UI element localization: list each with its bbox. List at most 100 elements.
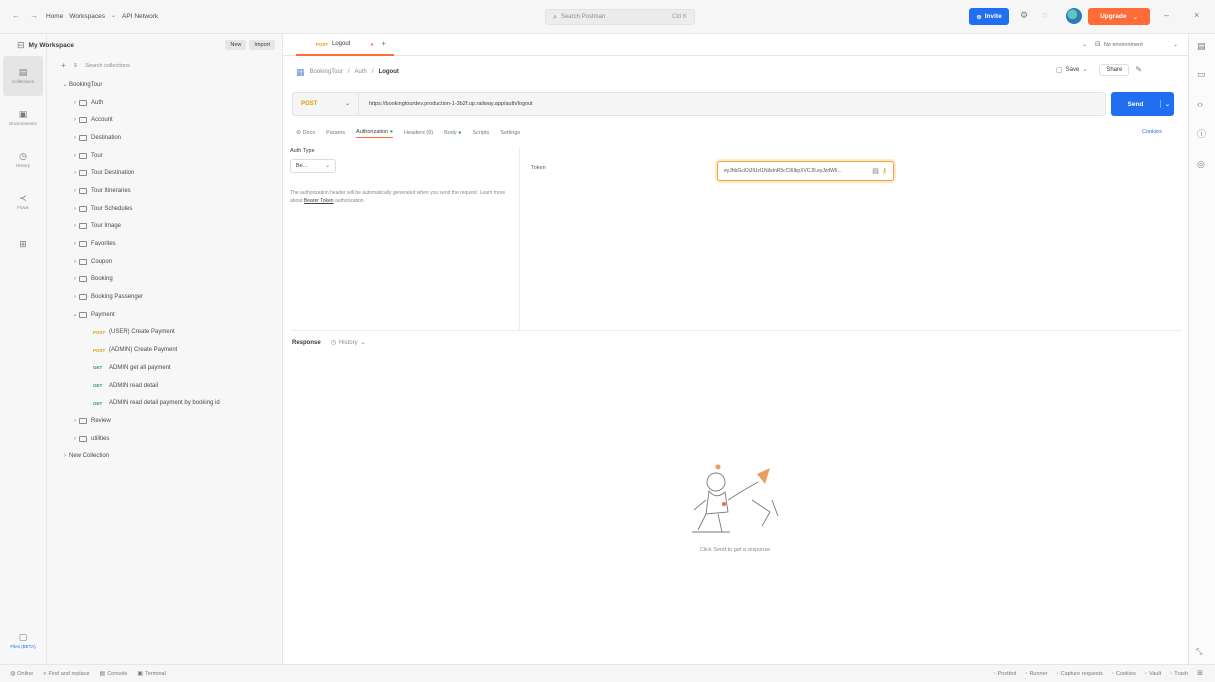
folder-item[interactable]: › Tour Schedules [61,200,282,218]
folder-item[interactable]: › Auth [61,94,282,112]
status-item[interactable]: ◦ Postbot [994,671,1017,677]
tab-params[interactable]: Params [326,130,345,136]
new-button[interactable]: New [225,40,247,50]
auth-type-select[interactable]: Be... ⌄ [290,159,336,173]
import-button[interactable]: Import [249,40,275,50]
files-icon: ▢ [18,632,28,642]
api-network-link[interactable]: API Network [122,13,158,20]
documentation-icon[interactable]: ▤ [1197,42,1206,51]
url-input[interactable]: https://bookingtourdev.production-1-3b2f… [359,101,543,107]
tab-headers[interactable]: Headers (9) [404,130,433,136]
folder-item[interactable]: ⌄ Payment [61,306,282,324]
status-item[interactable]: ◦ Capture requests [1056,671,1102,677]
new-collection[interactable]: › New Collection [61,447,282,465]
method-select[interactable]: POST ⌄ [293,93,359,115]
status-item[interactable]: ◦ Runner [1025,671,1047,677]
bell-icon[interactable]: ◌ [1042,11,1047,20]
status-item[interactable]: ◦ Trash [1170,671,1188,677]
variable-icon[interactable]: ▤ [872,168,879,175]
folder-item[interactable]: › Tour Itineraries [61,182,282,200]
folder-item[interactable]: › Review [61,412,282,430]
new-tab-plus-icon[interactable]: + [381,40,386,48]
gear-icon[interactable]: ⚙ [1020,11,1028,20]
folder-item[interactable]: › Tour Image [61,218,282,236]
folder-item[interactable]: › Tour [61,147,282,165]
status-item[interactable]: ◦ Cookies [1112,671,1136,677]
related-icon[interactable]: ◎ [1197,160,1205,169]
folder-item[interactable]: › Destination [61,129,282,147]
expand-icon[interactable]: ⤡ [1196,648,1202,656]
tab-body[interactable]: Body ● [444,130,461,136]
status-item[interactable]: ▣ Terminal [137,671,165,677]
rail-files[interactable]: ▢ Files (BETA) [3,621,43,661]
tab-label: Logout [332,41,351,47]
history-icon: ◷ [330,339,336,346]
environment-select[interactable]: ⌄ ⊟ No environment ⌄ [1082,38,1178,51]
tab-logout[interactable]: POST Logout • + [296,34,394,56]
token-input[interactable]: eyJhbGciOiJIUzI1NiIsInR5cCI6IkpXVCJ9.eyJ… [717,161,894,181]
status-item[interactable]: ◦ Vault [1145,671,1161,677]
edit-icon[interactable]: ✎ [1135,66,1142,74]
request-item[interactable]: POST (ADMIN) Create Payment [61,341,282,359]
plus-icon[interactable]: + [61,62,66,70]
breadcrumb-folder[interactable]: Auth [355,69,367,75]
chevron-down-icon[interactable]: ⌄ [1160,100,1174,108]
upgrade-button[interactable]: Upgrade ⌄ [1088,8,1150,25]
key-icon[interactable]: ⚷ [882,168,887,175]
bearer-token-link[interactable]: Bearer Token [304,198,334,204]
folder-item[interactable]: › Tour Destination [61,164,282,182]
rail-environments[interactable]: ▣ Environments [3,98,43,138]
code-icon[interactable]: ‹› [1197,100,1203,109]
request-item[interactable]: GET ADMIN read detail [61,377,282,395]
workspace-name[interactable]: My Workspace [29,42,74,49]
back-arrow-icon[interactable]: ← [10,10,22,22]
workspaces-menu[interactable]: Workspaces [69,13,105,20]
folder-item[interactable]: › Booking Passenger [61,288,282,306]
info-icon[interactable]: ⓘ [1197,130,1206,139]
forward-arrow-icon[interactable]: → [28,10,40,22]
status-item[interactable]: ◍ Online [10,671,33,677]
folder-icon [79,223,87,230]
cookies-link[interactable]: Cookies [1142,129,1162,135]
folder-icon [79,117,87,124]
collection-root[interactable]: ⌄ BookingTour [61,76,282,94]
folder-item[interactable]: › Account [61,111,282,129]
request-item[interactable]: GET ADMIN read detail payment by booking … [61,394,282,412]
filter-icon[interactable]: ≡ [74,63,78,69]
workspace-icon: ⊟ [17,39,25,50]
avatar[interactable] [1066,8,1082,24]
close-icon[interactable]: × [1194,11,1199,20]
home-link[interactable]: Home [46,13,63,20]
folder-item[interactable]: › utilities [61,430,282,448]
cookie-icon: ◦ [1111,670,1114,677]
auth-type-value: Be... [296,163,308,169]
tab-settings[interactable]: Settings [500,130,520,136]
online-icon: ◍ [10,670,16,677]
request-item[interactable]: POST (USER) Create Payment [61,324,282,342]
rail-flows[interactable]: ≺ Flows [3,182,43,222]
save-button[interactable]: ▢ Save ⌄ [1056,67,1087,74]
tab-docs[interactable]: ⊘ Docs [296,130,315,136]
rail-collections[interactable]: ▤ Collections [3,56,43,96]
breadcrumb-request[interactable]: Logout [379,69,399,75]
rail-history[interactable]: ◷ History [3,140,43,180]
history-dropdown[interactable]: ◷ History ⌄ [331,340,366,346]
breadcrumb-collection[interactable]: BookingTour [310,69,343,75]
sidebar-search[interactable]: + ≡ Search collections [47,56,282,76]
layout-icon[interactable]: ⊞ [1197,670,1203,677]
folder-item[interactable]: › Favorites [61,235,282,253]
share-button[interactable]: Share [1099,64,1130,76]
search-input[interactable]: ⌕ Search Postman Ctrl K [545,9,695,25]
folder-item[interactable]: › Booking [61,271,282,289]
send-button[interactable]: Send ⌄ [1111,92,1174,116]
comments-icon[interactable]: ▭ [1197,70,1206,79]
status-item[interactable]: ⌕ Find and replace [43,671,89,677]
request-item[interactable]: GET ADMIN get all payment [61,359,282,377]
tab-scripts[interactable]: Scripts [472,130,489,136]
invite-button[interactable]: ⊕ Invite [969,8,1009,25]
status-item[interactable]: ▤ Console [100,671,128,677]
minimize-icon[interactable]: – [1164,11,1169,20]
folder-item[interactable]: › Coupon [61,253,282,271]
rail-grid[interactable]: ⊞ [3,224,43,264]
tab-authorization[interactable]: Authorization ● [356,129,394,138]
